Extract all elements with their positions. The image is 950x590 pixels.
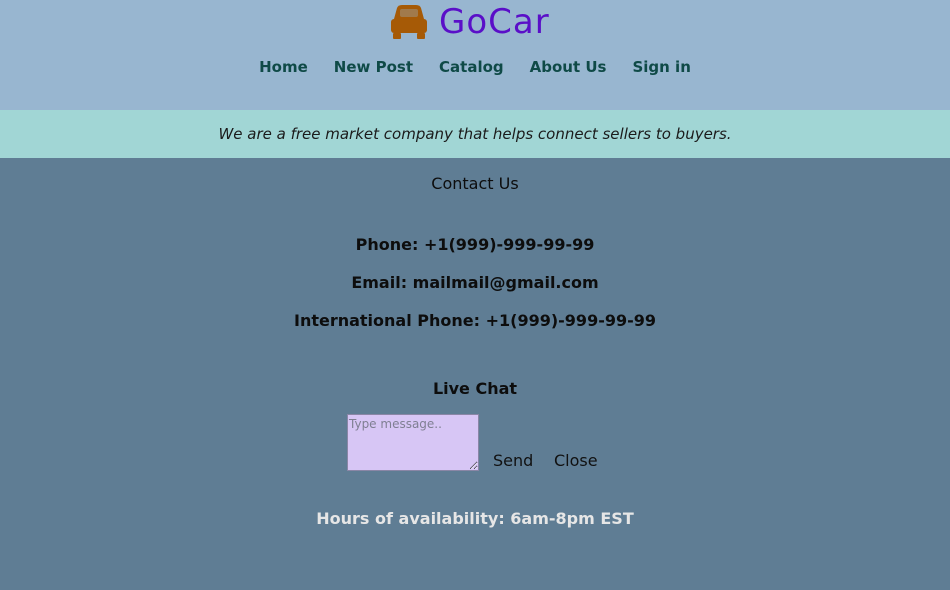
contact-email: Email: mailmail@gmail.com: [351, 273, 599, 292]
chat-message-input[interactable]: [347, 414, 479, 471]
tagline-text: We are a free market company that helps …: [218, 125, 732, 143]
main-nav: Home New Post Catalog About Us Sign in: [0, 58, 950, 76]
close-button[interactable]: Close: [554, 451, 598, 470]
contact-intl-phone: International Phone: +1(999)-999-99-99: [293, 311, 657, 330]
availability-hours: Hours of availability: 6am-8pm EST: [316, 509, 634, 528]
live-chat-title: Live Chat: [432, 379, 518, 398]
car-seat-icon: [391, 5, 427, 39]
contact-title: Contact Us: [431, 174, 519, 193]
nav-about-us[interactable]: About Us: [530, 58, 607, 76]
logo[interactable]: GoCar: [391, 2, 550, 42]
nav-sign-in[interactable]: Sign in: [632, 58, 690, 76]
header: GoCar Home New Post Catalog About Us Sig…: [0, 0, 950, 110]
nav-catalog[interactable]: Catalog: [439, 58, 504, 76]
send-button[interactable]: Send: [493, 451, 533, 470]
brand-name: GoCar: [439, 2, 550, 42]
nav-new-post[interactable]: New Post: [334, 58, 413, 76]
contact-phone: Phone: +1(999)-999-99-99: [355, 235, 595, 254]
tagline-banner: We are a free market company that helps …: [0, 110, 950, 158]
nav-home[interactable]: Home: [259, 58, 308, 76]
